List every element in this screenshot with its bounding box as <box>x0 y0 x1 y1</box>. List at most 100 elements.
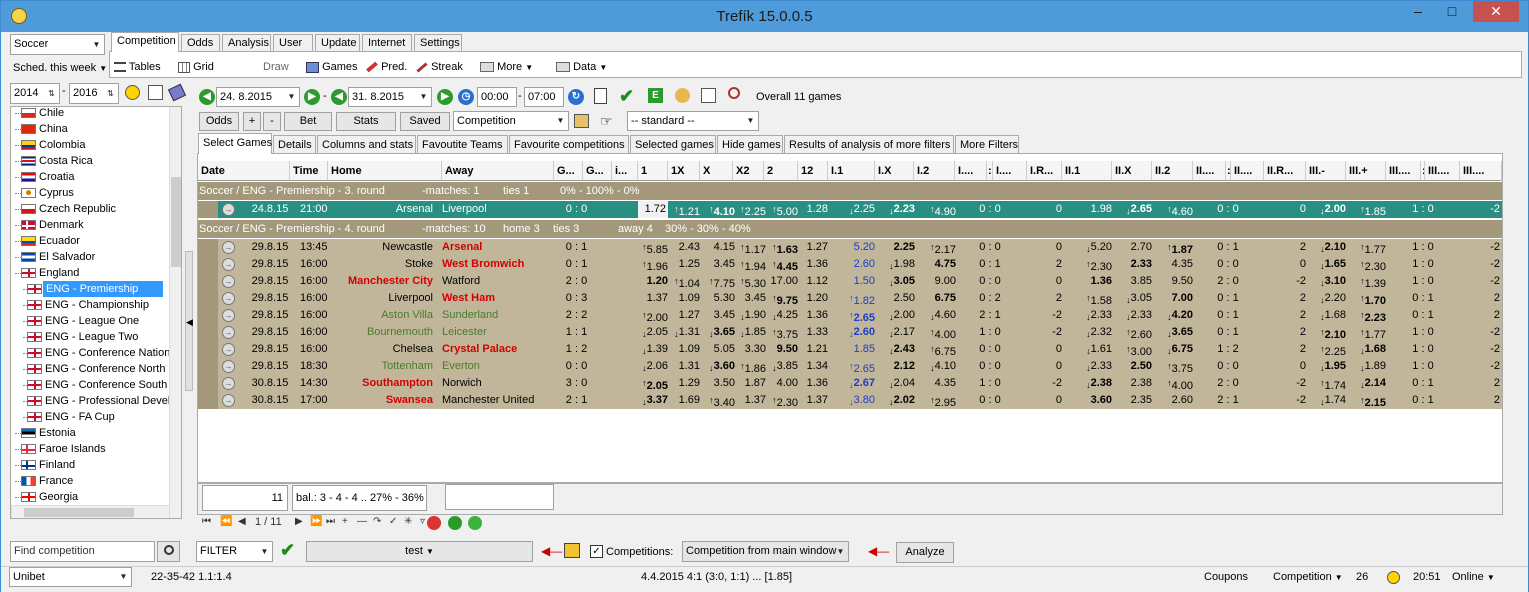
user-icon[interactable] <box>675 88 690 103</box>
table-row[interactable]: → 29.8.15 13:45 Newcastle Arsenal 0 : 1 ↑5.85 2… <box>198 239 1502 256</box>
expand-circle-icon[interactable]: → <box>222 326 235 339</box>
stats-button[interactable]: Stats <box>336 112 396 131</box>
row-expander[interactable] <box>198 239 218 256</box>
schedule-select[interactable]: Sched. this week ▼ <box>13 62 107 74</box>
tab-user[interactable]: User <box>273 34 313 52</box>
column-header[interactable]: II.... <box>1193 161 1226 181</box>
column-header[interactable]: I.X <box>875 161 914 181</box>
tree-vertical-scrollbar[interactable] <box>169 107 181 518</box>
filter-icon[interactable]: ▿ <box>420 516 425 527</box>
table-row[interactable]: → 29.8.15 16:00 Chelsea Crystal Palace 1 : 2 ↓… <box>198 341 1502 358</box>
table-row[interactable]: → 29.8.15 16:00 Liverpool West Ham 0 : 3 1.37 1… <box>198 290 1502 307</box>
group-header-row[interactable]: Soccer / ENG - Premiership - 3. round -ma… <box>198 182 1502 200</box>
tree-item[interactable]: Ecuador <box>11 233 169 249</box>
subtab-select-games[interactable]: Select Games <box>198 133 272 154</box>
next-page-fast-icon[interactable]: ⏩ <box>310 516 322 527</box>
pred-button[interactable]: Pred. <box>366 60 407 74</box>
filter-select[interactable]: FILTER ▼ <box>196 541 273 562</box>
row-expander[interactable] <box>198 290 218 307</box>
column-header[interactable]: X2 <box>733 161 764 181</box>
column-header[interactable]: 1 <box>638 161 668 181</box>
tree-item[interactable]: China <box>11 121 169 137</box>
person-warning-icon[interactable] <box>564 543 580 558</box>
date-to-input[interactable]: 31. 8.2015 ▼ <box>348 87 432 107</box>
subtab-hide-games[interactable]: Hide games <box>717 135 783 154</box>
time-from-input[interactable]: 00:00 <box>477 87 517 107</box>
tab-settings[interactable]: Settings <box>414 34 462 52</box>
minimize-button[interactable]: – <box>1403 1 1433 22</box>
close-button[interactable]: ✕ <box>1473 1 1519 22</box>
prev-page-fast-icon[interactable]: ⏪ <box>220 516 232 527</box>
column-header[interactable]: Time <box>290 161 328 181</box>
tree-item[interactable]: Croatia <box>11 169 169 185</box>
table-row[interactable]: → 29.8.15 16:00 Manchester City Watford 2 : 0… <box>198 273 1502 290</box>
saved-button[interactable]: Saved <box>400 112 450 131</box>
minus-button[interactable]: - <box>263 112 281 131</box>
analyze-button[interactable]: Analyze <box>896 542 954 563</box>
subtab-selected-games[interactable]: Selected games <box>630 135 716 154</box>
row-expander[interactable] <box>198 358 218 375</box>
splitter-handle[interactable]: ◀ <box>185 251 193 391</box>
plus-button[interactable]: + <box>243 112 261 131</box>
row-expander[interactable] <box>198 392 218 409</box>
column-header[interactable]: 12 <box>798 161 828 181</box>
column-header[interactable]: I.2 <box>914 161 955 181</box>
bet-button[interactable]: Bet <box>284 112 332 131</box>
tab-analysis[interactable]: Analysis <box>222 34 271 52</box>
pointer-hand-icon[interactable]: ☞ <box>600 113 613 130</box>
subtab-results-of-analysis-of-more-filters[interactable]: Results of analysis of more filters <box>784 135 954 154</box>
tree-item[interactable]: Costa Rica <box>11 153 169 169</box>
competition-source-select[interactable]: Competition from main window ▼ <box>682 541 849 562</box>
competitions-checkbox[interactable]: ✓ <box>590 545 603 558</box>
row-expander[interactable] <box>198 324 218 341</box>
subtab-favourite-competitions[interactable]: Favourite competitions <box>509 135 629 154</box>
standard-select[interactable]: -- standard -- ▼ <box>627 111 759 131</box>
next-page-icon[interactable]: ▶ <box>295 516 303 527</box>
row-expander[interactable] <box>198 341 218 358</box>
clock-toggle-icon[interactable]: ◷ <box>458 89 474 105</box>
column-header[interactable]: Away <box>442 161 554 181</box>
tree-item[interactable]: Chile <box>11 107 169 121</box>
bookmaker-select[interactable]: Unibet ▼ <box>9 567 132 587</box>
column-header[interactable]: II.X <box>1112 161 1152 181</box>
print-icon[interactable] <box>701 88 716 103</box>
search-button[interactable] <box>157 541 180 562</box>
games-button[interactable]: Games <box>306 60 358 74</box>
refresh-icon[interactable]: ↻ <box>568 89 584 105</box>
scroll-thumb[interactable] <box>171 177 181 267</box>
tree-item[interactable]: ENG - Conference South <box>11 377 169 393</box>
test-filter-button[interactable]: test ▼ <box>306 541 533 562</box>
status-competition-select[interactable]: Competition ▼ <box>1273 567 1343 587</box>
expand-circle-icon[interactable]: → <box>222 309 235 322</box>
excel-icon[interactable]: E <box>648 88 663 103</box>
tables-button[interactable]: Tables <box>114 60 161 74</box>
refresh-grid-icon[interactable] <box>468 516 482 530</box>
column-header[interactable]: III.... <box>1460 161 1502 181</box>
table-row[interactable]: → 30.8.15 14:30 Southampton Norwich 3 : 0 ↑2.0… <box>198 375 1502 392</box>
tab-competition[interactable]: Competition <box>111 32 179 52</box>
smiley-icon[interactable] <box>125 85 140 100</box>
maximize-button[interactable]: □ <box>1437 1 1467 22</box>
date-from-input[interactable]: 24. 8.2015 ▼ <box>216 87 300 107</box>
column-header[interactable]: III.... <box>1386 161 1421 181</box>
draw-button[interactable]: Draw <box>263 60 289 74</box>
online-status-select[interactable]: Online ▼ <box>1452 567 1495 587</box>
tree-item[interactable]: Czech Republic <box>11 201 169 217</box>
first-page-icon[interactable]: ⏮ <box>202 516 211 527</box>
table-row[interactable]: → 30.8.15 17:00 Swansea Manchester United 2 :… <box>198 392 1502 409</box>
subtab-more-filters[interactable]: More Filters <box>955 135 1019 154</box>
column-header[interactable]: Date <box>198 161 290 181</box>
sport-select[interactable]: Soccer ▼ <box>10 34 105 55</box>
lock-icon[interactable] <box>574 114 589 128</box>
column-header[interactable]: III.+ <box>1346 161 1386 181</box>
tree-item[interactable]: Georgia <box>11 489 169 505</box>
tab-update[interactable]: Update <box>315 34 360 52</box>
edit-record-icon[interactable]: ↷ <box>373 516 381 527</box>
tree-item[interactable]: ENG - Professional Development <box>11 393 181 409</box>
odds-button[interactable]: Odds <box>199 112 239 131</box>
tree-item[interactable]: ENG - League Two <box>11 329 169 345</box>
grid-button[interactable]: Grid <box>178 60 214 74</box>
column-header[interactable]: G... <box>583 161 612 181</box>
coupons-button[interactable]: Coupons <box>1204 567 1248 587</box>
add-record-icon[interactable]: + <box>342 516 348 527</box>
